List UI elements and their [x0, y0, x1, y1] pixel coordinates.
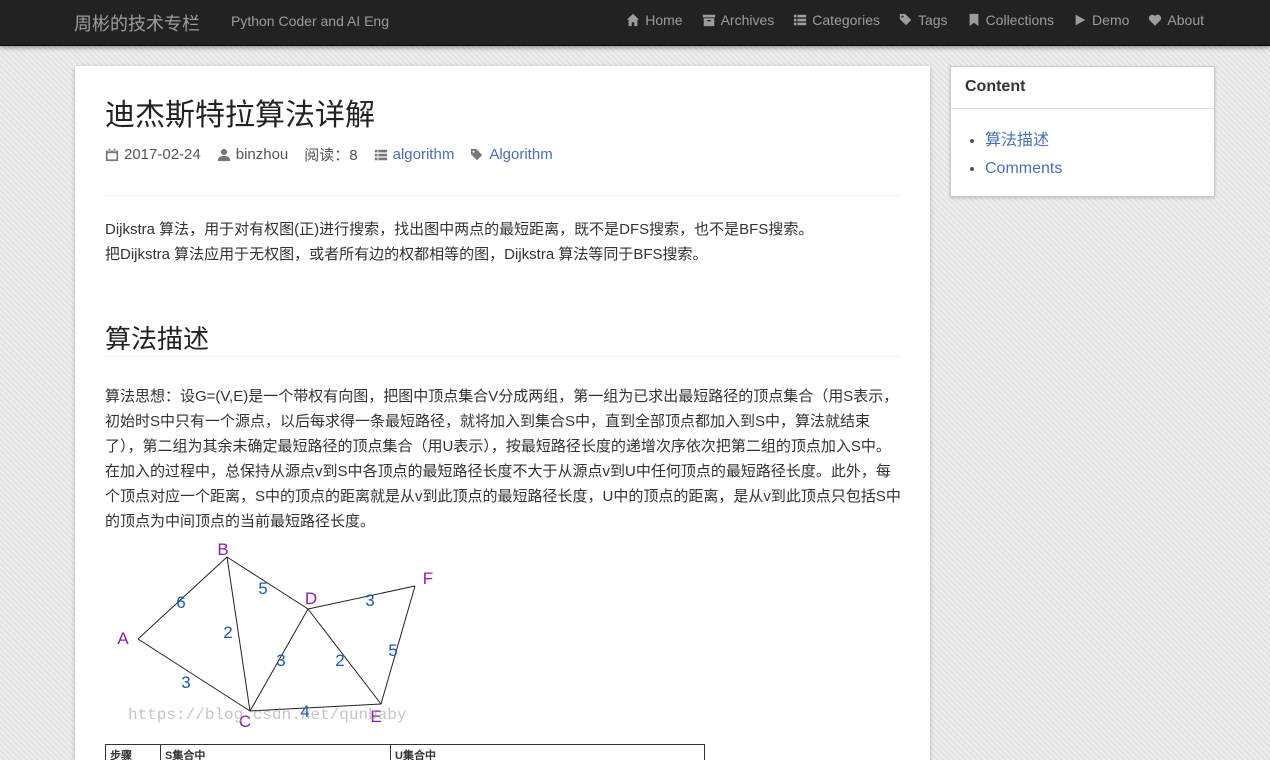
tags-icon: [899, 13, 913, 27]
toc-link-comments[interactable]: Comments: [985, 160, 1062, 177]
home-icon: [626, 13, 640, 27]
table-header-cell: S集合中: [160, 744, 391, 760]
main-nav: Home Archives Categories Tags Collection…: [607, 12, 1204, 28]
calendar-icon: [105, 148, 119, 161]
post-date: 2017-02-24: [105, 146, 201, 163]
post-meta: 2017-02-24 binzhou 阅读：8 algorithm Algori…: [105, 144, 569, 165]
graph-node-B: B: [217, 540, 228, 559]
list-icon: [374, 149, 387, 160]
toc-item: Comments: [985, 155, 1214, 183]
graph-node-F: F: [423, 569, 433, 588]
user-icon: [217, 148, 230, 161]
toc-heading: Content: [951, 67, 1214, 109]
tags-icon: [471, 148, 483, 160]
graph-edge-AC: [137, 638, 251, 712]
section-heading: 算法描述: [105, 324, 210, 354]
graph-edge-weight: 6: [176, 593, 185, 612]
nav-collections-label: Collections: [985, 12, 1055, 28]
post-intro: Dijkstra 算法，用于对有权图(正)进行搜索，找出图中两点的最短距离，既不…: [105, 217, 900, 267]
nav-home-label: Home: [645, 12, 683, 28]
steps-table: 步骤 S集合中 U集合中: [105, 744, 705, 760]
nav-home[interactable]: Home: [626, 12, 683, 28]
intro-line-2: 把Dijkstra 算法应用于无权图，或者所有边的权都相等的图，Dijkstra…: [105, 246, 708, 263]
table-header-row: 步骤 S集合中 U集合中: [105, 744, 705, 760]
list-icon: [793, 13, 807, 27]
post-date-text: 2017-02-24: [124, 146, 201, 163]
post-reads: 阅读：8: [304, 147, 358, 164]
play-icon: [1073, 13, 1087, 27]
graph-edge-weight: 3: [276, 651, 285, 670]
article-panel: 迪杰斯特拉算法详解 2017-02-24 binzhou 阅读：8 algori…: [75, 66, 930, 760]
toc-list: 算法描述 Comments: [951, 109, 1214, 183]
graph-edge-weight: 2: [223, 623, 232, 642]
nav-archives-label: Archives: [720, 12, 775, 28]
nav-about[interactable]: About: [1148, 12, 1204, 28]
toc-link-algorithm[interactable]: 算法描述: [985, 132, 1049, 149]
nav-categories[interactable]: Categories: [793, 12, 880, 28]
site-brand[interactable]: 周彬的技术专栏: [74, 10, 200, 36]
archive-icon: [702, 13, 716, 27]
algorithm-paragraph: 算法思想：设G=(V,E)是一个带权有向图，把图中顶点集合V分成两组，第一组为已…: [105, 388, 901, 530]
nav-collections[interactable]: Collections: [967, 12, 1054, 28]
nav-tags[interactable]: Tags: [899, 12, 948, 28]
heart-icon: [1148, 13, 1162, 27]
bookmark-icon: [967, 13, 981, 27]
graph-edge-weight: 5: [388, 641, 397, 660]
post-author: binzhou: [217, 146, 289, 163]
table-header-cell: 步骤: [105, 744, 161, 760]
post-category: algorithm: [374, 146, 455, 163]
post-tag-link[interactable]: Algorithm: [489, 146, 552, 163]
toc-sidebar: Content 算法描述 Comments: [950, 66, 1215, 197]
divider: [105, 356, 900, 357]
graph-node-A: A: [117, 629, 129, 648]
graph-edge-weight: 2: [335, 651, 344, 670]
graph-edge-weight: 5: [258, 579, 267, 598]
graph-edge-weight: 3: [181, 673, 190, 692]
site-tagline: Python Coder and AI Eng: [231, 13, 389, 29]
dijkstra-graph-image: 632534235ABCDEF: [117, 540, 433, 730]
top-navbar: 周彬的技术专栏 Python Coder and AI Eng Home Arc…: [0, 0, 1270, 46]
post-title: 迪杰斯特拉算法详解: [105, 99, 375, 132]
graph-edge-DF: [307, 585, 416, 610]
image-watermark: https://blog.csdn.net/qunbaby: [128, 706, 407, 724]
nav-demo-label: Demo: [1092, 12, 1130, 28]
post-category-link[interactable]: algorithm: [393, 146, 455, 163]
post-tag: Algorithm: [470, 146, 553, 163]
graph-edge-EF: [380, 585, 416, 705]
nav-tags-label: Tags: [917, 12, 948, 28]
intro-line-1: Dijkstra 算法，用于对有权图(正)进行搜索，找出图中两点的最短距离，既不…: [105, 221, 814, 238]
graph-edge-weight: 3: [365, 591, 374, 610]
graph-node-D: D: [305, 589, 317, 608]
post-author-text: binzhou: [235, 146, 289, 163]
nav-about-label: About: [1167, 12, 1204, 28]
nav-archives[interactable]: Archives: [702, 12, 775, 28]
table-header-cell: U集合中: [390, 744, 705, 760]
nav-demo[interactable]: Demo: [1073, 12, 1129, 28]
nav-categories-label: Categories: [812, 12, 880, 28]
toc-item: 算法描述: [985, 127, 1214, 155]
divider: [105, 195, 900, 196]
